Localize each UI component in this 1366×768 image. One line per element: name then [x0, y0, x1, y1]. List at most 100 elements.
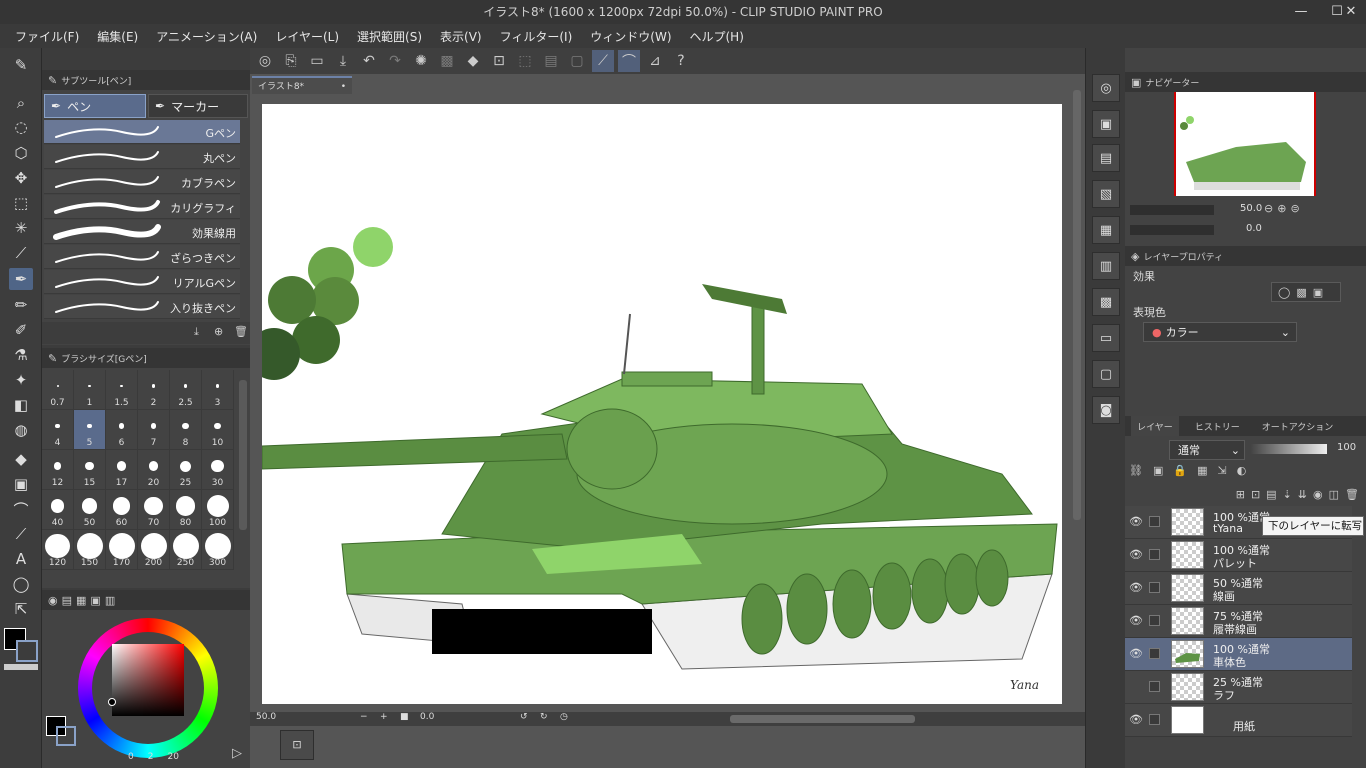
open-folder-icon[interactable]: ▭	[306, 50, 328, 72]
zoom-in-icon[interactable]: +	[380, 712, 388, 722]
canvas-vertical-scrollbar[interactable]	[1073, 90, 1081, 520]
brush-size-cell[interactable]: 12	[42, 450, 74, 490]
brush-size-cell[interactable]: 6	[106, 410, 138, 450]
timeline-toggle-icon[interactable]: ⊡	[280, 730, 314, 760]
layer-row[interactable]: 👁 用紙	[1125, 704, 1352, 737]
airbrush-icon[interactable]: ⚗	[9, 344, 33, 366]
item-bank-icon[interactable]: ◙	[1092, 396, 1120, 424]
brush-item[interactable]: カリグラフィ	[44, 195, 240, 219]
visibility-eye-icon[interactable]: 👁	[1129, 713, 1143, 727]
gradient-icon[interactable]: ▣	[9, 473, 33, 495]
category-marker[interactable]: ✒ マーカー	[148, 94, 248, 118]
fit-icon[interactable]: ■	[400, 712, 409, 722]
close-icon[interactable]: ✕	[1336, 0, 1366, 24]
layer-row[interactable]: 👁 100 %通常 車体色	[1125, 638, 1352, 671]
save-icon[interactable]: ⤓	[332, 50, 354, 72]
brush-size-cell[interactable]: 80	[170, 490, 202, 530]
brush-size-cell[interactable]: 20	[138, 450, 170, 490]
nav-zoom-in-icon[interactable]: ⊕	[1277, 202, 1286, 215]
brush-size-cell[interactable]: 3	[202, 370, 234, 410]
brush-size-cell[interactable]: 7	[138, 410, 170, 450]
menu-animation[interactable]: アニメーション(A)	[147, 28, 266, 45]
brush-size-cell[interactable]: 30	[202, 450, 234, 490]
show-selection-icon[interactable]: ▢	[566, 50, 588, 72]
color-picker-cursor[interactable]	[108, 698, 116, 706]
lock-transparency-icon[interactable]: ▦	[1197, 464, 1207, 477]
brush-item[interactable]: 丸ペン	[44, 145, 240, 169]
brush-size-scrollbar[interactable]	[239, 380, 247, 530]
new-vector-layer-icon[interactable]: ⊡	[1251, 488, 1260, 501]
approximate-color-tab-icon[interactable]: ▣	[90, 594, 100, 607]
blend-icon[interactable]: ◍	[9, 419, 33, 441]
category-pen[interactable]: ✒ ペン	[44, 94, 146, 118]
delete-layer-icon[interactable]: 🗑	[1345, 488, 1359, 501]
layer-lock-checkbox[interactable]	[1149, 516, 1160, 527]
sub-color-swatch[interactable]	[16, 640, 38, 662]
nav-zoom-out-icon[interactable]: ⊖	[1264, 202, 1273, 215]
brush-size-cell[interactable]: 250	[170, 530, 202, 570]
brush-size-cell[interactable]: 150	[74, 530, 106, 570]
brush-size-cell[interactable]: 17	[106, 450, 138, 490]
new-subtool-icon[interactable]: ⊕	[214, 325, 223, 338]
new-raster-layer-icon[interactable]: ⊞	[1236, 488, 1245, 501]
document-tab[interactable]: イラスト8* •	[252, 76, 352, 94]
snap-special-ruler-icon[interactable]: ⌒	[618, 50, 640, 72]
nav-zoom-slider[interactable]	[1130, 205, 1214, 215]
reference-layer-icon[interactable]: ⛓	[1129, 464, 1143, 477]
layer-row[interactable]: 👁 50 %通常 線画	[1125, 572, 1352, 605]
layer-row[interactable]: 👁 100 %通常 パレット	[1125, 539, 1352, 572]
visibility-eye-icon[interactable]: 👁	[1129, 581, 1143, 595]
visibility-eye-icon[interactable]: 👁	[1129, 647, 1143, 661]
brush-item[interactable]: リアルGペン	[44, 270, 240, 294]
color-set-icon[interactable]: ▦	[1092, 216, 1120, 244]
new-file-icon[interactable]: ⎘	[280, 50, 302, 72]
brush-size-cell[interactable]: 50	[74, 490, 106, 530]
figure-icon[interactable]: ⌒	[9, 498, 33, 520]
layer-row[interactable]: 👁 75 %通常 履帯線画	[1125, 605, 1352, 638]
visibility-eye-icon[interactable]: 👁	[1129, 515, 1143, 529]
tab-auto-action[interactable]: オートアクション	[1256, 416, 1340, 436]
delete-subtool-icon[interactable]: 🗑	[234, 325, 248, 338]
transfer-down-icon[interactable]: ⇣	[1283, 488, 1292, 501]
auto-action-icon[interactable]: ▢	[1092, 360, 1120, 388]
pencil-icon[interactable]: ✏	[9, 294, 33, 316]
layer-property-icon[interactable]: ▤	[1092, 144, 1120, 172]
canvas-paper[interactable]: Yana	[262, 104, 1062, 704]
brush-size-cell[interactable]: 1.5	[106, 370, 138, 410]
snap-ruler-icon[interactable]: ⟋	[592, 50, 614, 72]
menu-file[interactable]: ファイル(F)	[6, 28, 88, 45]
color-history-tab-icon[interactable]: ▥	[105, 594, 115, 607]
layer-lock-checkbox[interactable]	[1149, 549, 1160, 560]
brush-size-cell[interactable]: 60	[106, 490, 138, 530]
expression-color-dropdown[interactable]: ● カラー ⌄	[1143, 322, 1297, 342]
help-icon[interactable]: ?	[670, 50, 692, 72]
tab-layer[interactable]: レイヤー	[1131, 416, 1179, 436]
layer-lock-checkbox[interactable]	[1149, 615, 1160, 626]
transform-icon[interactable]: ⊡	[488, 50, 510, 72]
saturation-value-square[interactable]	[112, 644, 184, 716]
eraser-icon[interactable]: ◧	[9, 394, 33, 416]
brush-size-cell[interactable]: 4	[42, 410, 74, 450]
frame-border-icon[interactable]: ⟋	[9, 523, 33, 545]
reset-rotation-icon[interactable]: ◷	[560, 712, 568, 722]
copy-subtool-icon[interactable]: ⤓	[194, 325, 199, 339]
clip-studio-icon[interactable]: ◎	[254, 50, 276, 72]
brush-item[interactable]: カブラペン	[44, 170, 240, 194]
brush-size-cell[interactable]: 15	[74, 450, 106, 490]
layer-lock-checkbox[interactable]	[1149, 648, 1160, 659]
tone-effect-icon[interactable]: ▩	[1296, 286, 1306, 299]
menu-view[interactable]: 表示(V)	[431, 28, 491, 45]
brush-size-cell[interactable]: 40	[42, 490, 74, 530]
brush-size-cell[interactable]: 2	[138, 370, 170, 410]
brush-size-cell[interactable]: 25	[170, 450, 202, 490]
brush-size-cell[interactable]: 2.5	[170, 370, 202, 410]
visibility-eye-icon[interactable]: 👁	[1129, 614, 1143, 628]
panel-sub-color[interactable]	[56, 726, 76, 746]
border-effect-icon[interactable]: ◯	[1278, 286, 1290, 299]
visibility-eye-icon[interactable]	[1129, 680, 1143, 694]
transparent-color-icon[interactable]	[4, 664, 38, 670]
layer-lock-checkbox[interactable]	[1149, 681, 1160, 692]
clip-layer-icon[interactable]: ⇲	[1217, 464, 1226, 477]
snap-grid-icon[interactable]: ⊿	[644, 50, 666, 72]
redo-icon[interactable]: ↷	[384, 50, 406, 72]
